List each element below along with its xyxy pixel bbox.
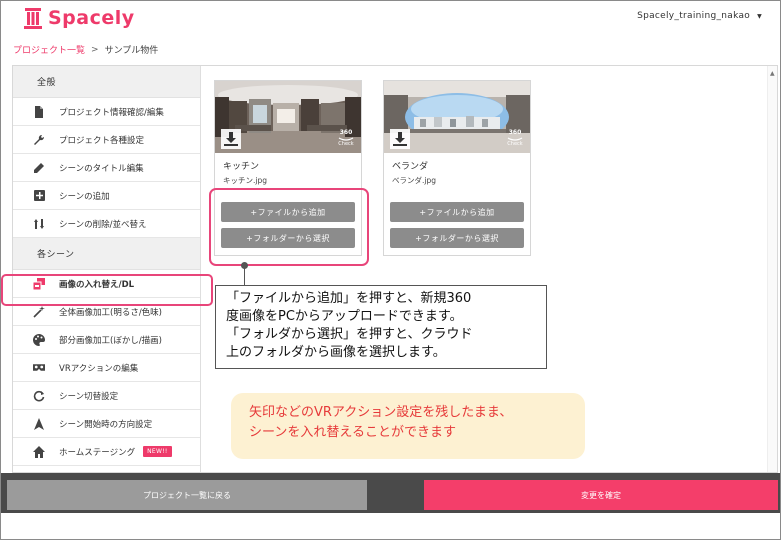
callout-line: 「ファイルから追加」を押すと、新規360	[226, 291, 472, 306]
info-note: 矢印などのVRアクション設定を残したまま、 シーンを入れ替えることができます	[231, 393, 585, 459]
document-icon	[33, 105, 45, 118]
sidebar-item-project-settings[interactable]: プロジェクト各種設定	[13, 126, 200, 154]
sidebar-item-add-scene[interactable]: シーンの追加	[13, 182, 200, 210]
sort-icon	[33, 218, 45, 230]
logo[interactable]: Spacely	[24, 6, 135, 30]
footer-bar: プロジェクト一覧に戻る 変更を確定	[1, 473, 780, 513]
sidebar-item-label: プロジェクト情報確認/編集	[59, 107, 164, 118]
note-line: 矢印などのVRアクション設定を残したまま、	[249, 405, 513, 420]
new-badge: NEW!!	[143, 446, 172, 457]
sidebar-item-delete-sort[interactable]: シーンの削除/並べ替え	[13, 210, 200, 238]
360-check-icon[interactable]: 360 Check	[505, 127, 525, 149]
header: Spacely Spacely_training_nakao ▼	[1, 1, 780, 35]
breadcrumb-project-list[interactable]: プロジェクト一覧	[13, 43, 85, 56]
callout-line: 度画像をPCからアップロードできます。	[226, 309, 463, 324]
wand-icon	[33, 305, 45, 318]
user-menu[interactable]: Spacely_training_nakao ▼	[637, 11, 762, 21]
sidebar-item-project-info[interactable]: プロジェクト情報確認/編集	[13, 98, 200, 126]
scene-card-veranda: 360 Check ベランダ ベランダ.jpg +ファイルから追加 +フォルダー…	[383, 80, 531, 256]
callout-line: 上のフォルダから画像を選択します。	[226, 345, 446, 360]
note-line: シーンを入れ替えることができます	[249, 425, 456, 440]
check-label: Check	[338, 141, 354, 147]
sidebar-item-label: シーンのタイトル編集	[59, 163, 144, 174]
scene-title: キッチン	[223, 162, 260, 172]
breadcrumb-current: サンプル物件	[104, 46, 159, 56]
scene-thumbnail[interactable]: 360 Check	[215, 81, 361, 153]
logo-text: Spacely	[48, 7, 135, 29]
sidebar-item-partial-adjust[interactable]: 部分画像加工(ぼかし/描画)	[13, 326, 200, 354]
sidebar-item-label: VRアクションの編集	[59, 363, 139, 374]
wrench-icon	[33, 134, 45, 146]
app-window: Spacely Spacely_training_nakao ▼ プロジェクト一…	[0, 0, 781, 540]
sidebar-item-label: シーン開始時の方向設定	[59, 419, 153, 430]
download-icon[interactable]	[221, 129, 241, 149]
navigation-icon	[33, 417, 45, 430]
vr-icon	[33, 362, 45, 374]
sidebar-item-label: シーン切替設定	[59, 391, 119, 402]
scene-filename: ベランダ.jpg	[392, 176, 436, 185]
palette-icon	[33, 333, 45, 346]
section-scenes: 各シーン	[13, 238, 200, 270]
sidebar-item-scene-switch[interactable]: シーン切替設定	[13, 382, 200, 410]
scrollbar[interactable]: ▲	[767, 66, 777, 472]
caret-down-icon: ▼	[757, 12, 762, 20]
confirm-changes-button[interactable]: 変更を確定	[424, 480, 778, 510]
back-to-projects-button[interactable]: プロジェクト一覧に戻る	[7, 480, 367, 510]
scene-thumbnail[interactable]: 360 Check	[384, 81, 530, 153]
download-icon[interactable]	[390, 129, 410, 149]
scene-filename: キッチン.jpg	[223, 176, 267, 185]
callout-line: 「フォルダから選択」を押すと、クラウド	[226, 327, 473, 342]
select-from-folder-button[interactable]: +フォルダーから選択	[390, 228, 524, 248]
refresh-icon	[33, 390, 45, 402]
callout-anchor-dot	[241, 262, 248, 269]
scroll-up-icon[interactable]: ▲	[770, 70, 775, 77]
home-icon	[33, 445, 45, 458]
sidebar-item-label: シーンの追加	[59, 191, 110, 202]
section-general: 全般	[13, 66, 200, 98]
sidebar-item-label: シーンの削除/並べ替え	[59, 219, 147, 230]
breadcrumb: プロジェクト一覧 > サンプル物件	[13, 43, 159, 57]
check-360-number: 360	[339, 129, 353, 136]
check-label: Check	[507, 141, 523, 147]
highlight-frame-buttons	[209, 188, 369, 266]
sidebar-item-label: ホームステージング	[59, 447, 136, 458]
user-name: Spacely_training_nakao	[637, 11, 751, 21]
sidebar-item-scene-title[interactable]: シーンのタイトル編集	[13, 154, 200, 182]
sidebar: 全般 プロジェクト情報確認/編集 プロジェクト各種設定 シーンのタイトル編集 シ…	[13, 66, 201, 472]
breadcrumb-separator: >	[91, 44, 99, 55]
scene-title: ベランダ	[392, 162, 429, 172]
sidebar-item-start-direction[interactable]: シーン開始時の方向設定	[13, 410, 200, 438]
plus-square-icon	[33, 190, 45, 202]
sidebar-item-home-staging[interactable]: ホームステージング NEW!!	[13, 438, 200, 466]
check-360-number: 360	[508, 129, 522, 136]
360-check-icon[interactable]: 360 Check	[336, 127, 356, 149]
callout-box: 「ファイルから追加」を押すと、新規360 度画像をPCからアップロードできます。…	[215, 285, 547, 369]
highlight-frame-sidebar	[1, 274, 213, 306]
sidebar-item-label: プロジェクト各種設定	[59, 135, 145, 146]
pillar-logo-icon	[24, 7, 42, 29]
sidebar-item-vr-action[interactable]: VRアクションの編集	[13, 354, 200, 382]
bottom-strip	[1, 513, 780, 539]
sidebar-item-label: 全体画像加工(明るさ/色味)	[59, 307, 162, 318]
pencil-icon	[33, 162, 45, 174]
sidebar-item-label: 部分画像加工(ぼかし/描画)	[59, 335, 162, 346]
add-from-file-button[interactable]: +ファイルから追加	[390, 202, 524, 222]
